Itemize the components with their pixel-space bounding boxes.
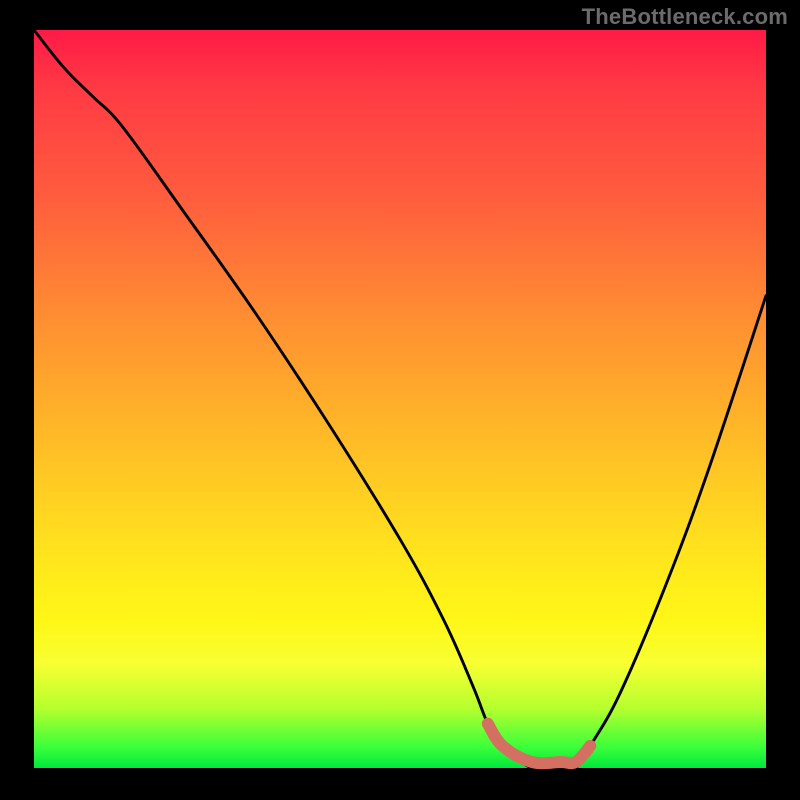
plot-area (34, 30, 766, 768)
bottleneck-curve-svg (34, 30, 766, 768)
bottleneck-curve (34, 30, 766, 770)
watermark-text: TheBottleneck.com (582, 4, 788, 30)
chart-container: TheBottleneck.com (0, 0, 800, 800)
optimal-range-highlight (488, 724, 591, 764)
